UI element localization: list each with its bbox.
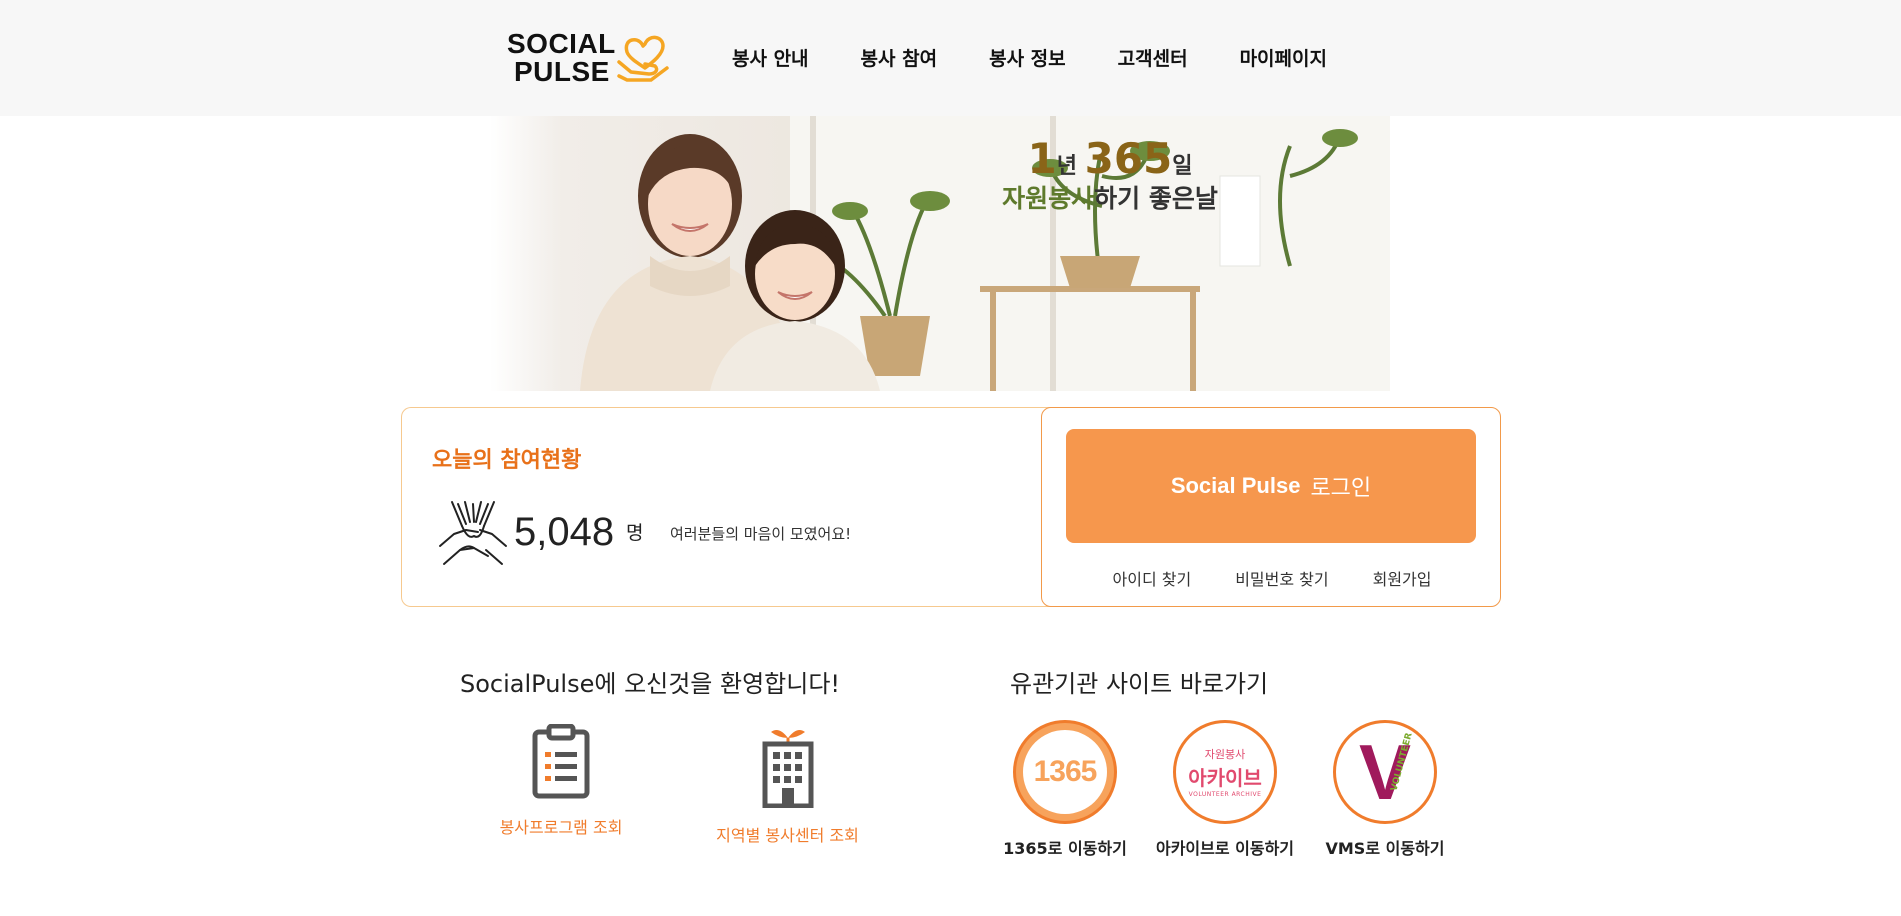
clipboard-icon bbox=[532, 723, 590, 799]
nav-item-info[interactable]: 봉사 정보 bbox=[989, 44, 1066, 71]
archive-logo-sub: VOLUNTEER ARCHIVE bbox=[1188, 791, 1262, 798]
welcome-title: SocialPulse에 오신것을 환영합니다! bbox=[460, 670, 841, 698]
login-links: 아이디 찾기 비밀번호 찾기 회원가입 bbox=[1042, 566, 1502, 590]
site-archive-link[interactable]: 자원봉사 아카이브 VOLUNTEER ARCHIVE 아카이브로 이동하기 bbox=[1140, 720, 1310, 859]
program-search-label: 봉사프로그램 조회 bbox=[499, 818, 623, 837]
hero-banner: 1년 365일 자원봉사하기 좋은날 bbox=[490, 116, 1390, 391]
site-archive-logo: 자원봉사 아카이브 VOLUNTEER ARCHIVE bbox=[1173, 720, 1277, 824]
program-search-link[interactable]: 봉사프로그램 조회 bbox=[486, 723, 636, 838]
center-search-link[interactable]: 지역별 봉사센터 조회 bbox=[700, 724, 875, 846]
nav-item-participate[interactable]: 봉사 참여 bbox=[861, 44, 938, 71]
hero-rest: 하기 좋은날 bbox=[1094, 184, 1218, 213]
site-1365-logo: 1365 bbox=[1013, 720, 1117, 824]
hero-photo bbox=[580, 116, 1390, 391]
logo-line-2: PULSE bbox=[514, 56, 610, 87]
site-logo[interactable]: SOCIAL PULSE bbox=[507, 30, 672, 88]
archive-logo-top: 자원봉사 bbox=[1204, 748, 1246, 761]
hero-headline: 1년 365일 bbox=[980, 134, 1240, 183]
participation-panel: 오늘의 참여현황 5,048 명 여러분들의 마음이 모였어요! bbox=[401, 407, 1051, 607]
main-nav: 봉사 안내 봉사 참여 봉사 정보 고객센터 마이페이지 bbox=[732, 44, 1379, 71]
site-1365-logo-text: 1365 bbox=[1033, 755, 1098, 788]
logo-text: SOCIAL PULSE bbox=[507, 30, 616, 86]
hero-highlight: 자원봉사 bbox=[1002, 184, 1095, 213]
find-id-link[interactable]: 아이디 찾기 bbox=[1113, 566, 1192, 590]
login-button[interactable]: Social Pulse 로그인 bbox=[1066, 429, 1476, 543]
nav-item-guide[interactable]: 봉사 안내 bbox=[732, 44, 809, 71]
site-vms-label: VMS로 이동하기 bbox=[1325, 839, 1445, 858]
related-sites-title: 유관기관 사이트 바로가기 bbox=[1010, 670, 1269, 698]
hero-unit-1: 년 bbox=[1056, 154, 1085, 179]
signup-link[interactable]: 회원가입 bbox=[1373, 566, 1432, 590]
hero-num-1: 1 bbox=[1027, 134, 1057, 183]
find-password-link[interactable]: 비밀번호 찾기 bbox=[1235, 566, 1328, 590]
center-search-label: 지역별 봉사센터 조회 bbox=[716, 826, 859, 845]
archive-logo-main: 아카이브 bbox=[1188, 766, 1262, 790]
nav-item-mypage[interactable]: 마이페이지 bbox=[1240, 44, 1327, 71]
stats-title: 오늘의 참여현황 bbox=[432, 448, 582, 473]
stats-message: 여러분들의 마음이 모였어요! bbox=[670, 525, 852, 543]
site-archive-label: 아카이브로 이동하기 bbox=[1155, 839, 1295, 858]
hero-num-2: 365 bbox=[1084, 134, 1173, 183]
heart-hand-icon bbox=[617, 35, 669, 82]
login-panel: Social Pulse 로그인 아이디 찾기 비밀번호 찾기 회원가입 bbox=[1041, 407, 1501, 607]
login-brand: Social Pulse bbox=[1170, 473, 1301, 498]
building-icon bbox=[762, 730, 813, 809]
participant-unit: 명 bbox=[626, 522, 644, 544]
login-label: 로그인 bbox=[1310, 476, 1372, 501]
hero-copy: 1년 365일 자원봉사하기 좋은날 bbox=[980, 134, 1240, 215]
joined-hands-icon bbox=[439, 501, 507, 565]
site-vms-logo: V VOLUNTEER bbox=[1333, 720, 1437, 824]
hero-subline: 자원봉사하기 좋은날 bbox=[980, 179, 1240, 215]
site-1365-label: 1365로 이동하기 bbox=[1003, 839, 1127, 858]
logo-line-1: SOCIAL bbox=[507, 28, 616, 59]
participant-count: 5,048 bbox=[514, 510, 615, 554]
nav-item-support[interactable]: 고객센터 bbox=[1118, 44, 1188, 71]
site-header: SOCIAL PULSE 봉사 안내 봉사 참여 봉사 정보 고객센터 마이페이… bbox=[0, 0, 1901, 116]
hero-unit-2: 일 bbox=[1172, 154, 1193, 179]
site-1365-link[interactable]: 1365 1365로 이동하기 bbox=[990, 720, 1140, 859]
site-vms-link[interactable]: V VOLUNTEER VMS로 이동하기 bbox=[1310, 720, 1460, 859]
